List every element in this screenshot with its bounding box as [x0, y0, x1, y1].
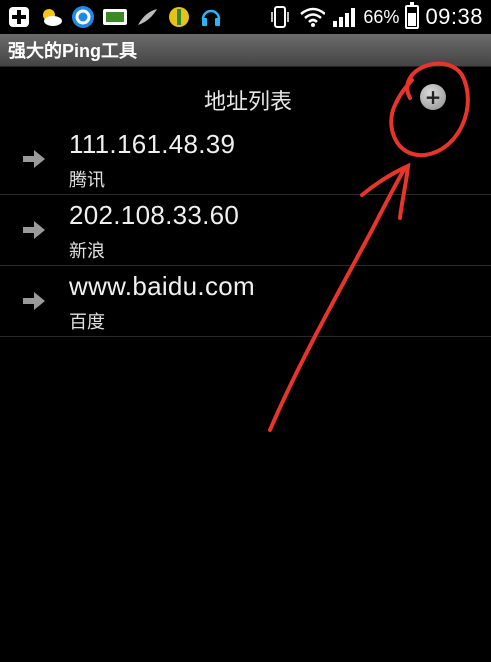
address-name: 腾讯 — [69, 170, 105, 191]
notification-icons — [0, 4, 224, 30]
signal-icon — [331, 4, 357, 30]
add-address-button[interactable]: + — [420, 84, 446, 110]
plus-circle-icon: + — [424, 84, 442, 109]
address-name: 百度 — [69, 312, 105, 333]
app-title-bar: 强大的Ping工具 — [0, 34, 491, 67]
list-item[interactable]: 111.161.48.39 腾讯 — [0, 124, 491, 195]
battery-percent: 66% — [363, 6, 400, 27]
arrow-right-icon — [23, 221, 45, 239]
address-text: 202.108.33.60 — [69, 200, 240, 230]
gift-icon — [166, 4, 192, 30]
app-title: 强大的Ping工具 — [8, 41, 137, 61]
clock: 09:38 — [425, 4, 483, 29]
list-item[interactable]: www.baidu.com 百度 — [0, 266, 491, 337]
arrow-right-icon — [23, 150, 45, 168]
list-title: 地址列表 — [203, 90, 292, 115]
plus-square-icon — [6, 4, 32, 30]
address-text: 111.161.48.39 — [69, 129, 236, 159]
arrow-right-icon — [23, 292, 45, 310]
battery-icon — [405, 2, 420, 29]
vibrate-icon — [267, 4, 293, 30]
wifi-icon — [299, 4, 326, 30]
headset-icon — [198, 4, 224, 30]
feather-icon — [134, 4, 160, 30]
browser-icon — [70, 4, 96, 30]
sim-icon — [102, 4, 128, 30]
address-name: 新浪 — [69, 241, 105, 262]
list-header: 地址列表 + — [0, 72, 491, 124]
system-status: 66% 09:38 — [267, 2, 491, 30]
weather-icon — [38, 4, 64, 30]
list-item[interactable]: 202.108.33.60 新浪 — [0, 195, 491, 266]
status-bar: 66% 09:38 — [0, 0, 491, 34]
address-list: 111.161.48.39 腾讯 202.108.33.60 新浪 www.ba… — [0, 124, 491, 337]
address-text: www.baidu.com — [69, 271, 255, 301]
